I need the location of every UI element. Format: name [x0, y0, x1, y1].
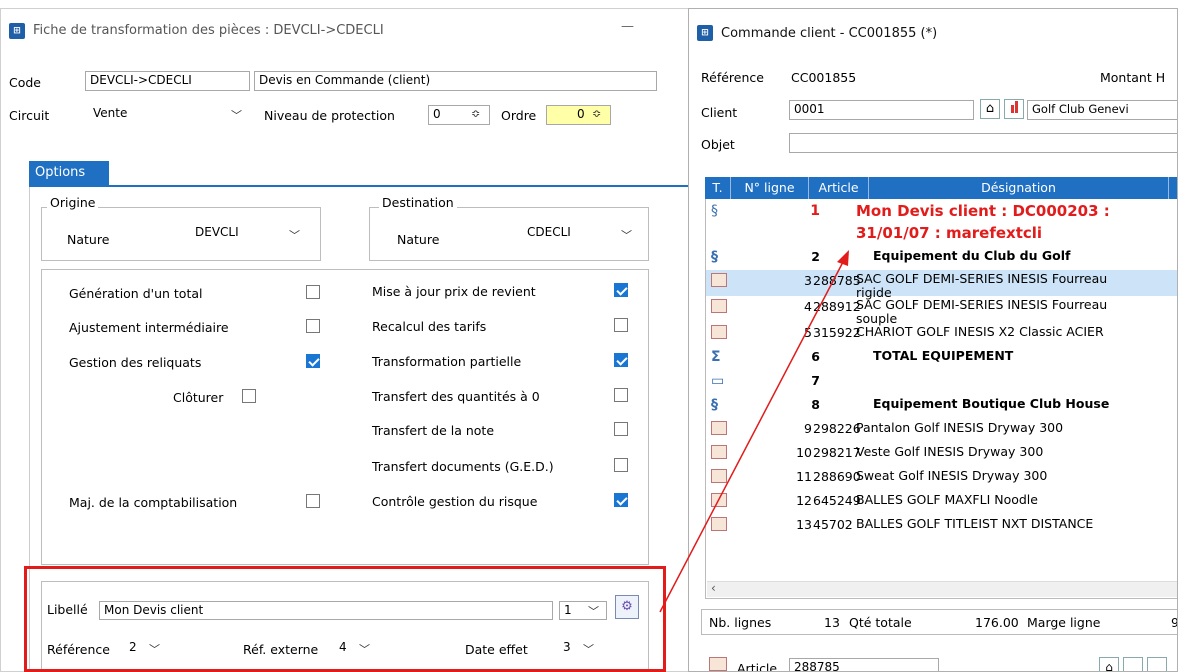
- annotation-arrow: [659, 250, 849, 613]
